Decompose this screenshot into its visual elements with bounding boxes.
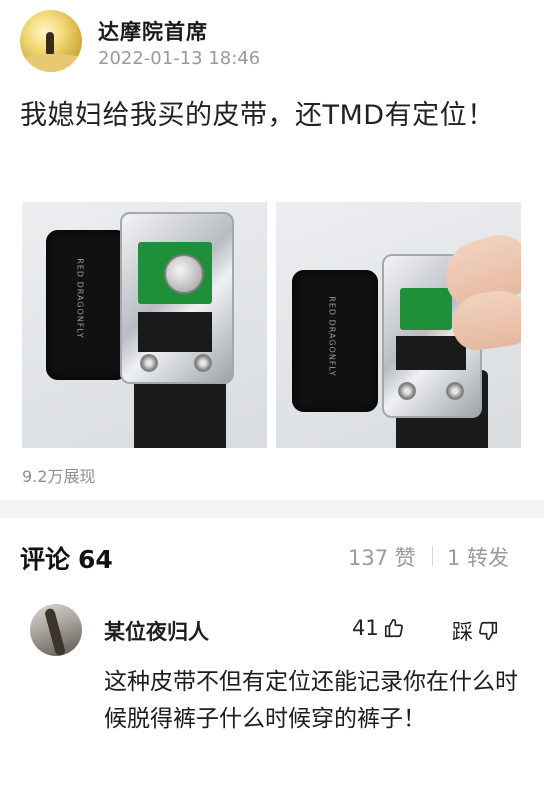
commenter-avatar[interactable]	[30, 604, 82, 656]
author-name[interactable]: 达摩院首席	[98, 16, 208, 46]
section-divider	[0, 500, 544, 518]
commenter-name[interactable]: 某位夜归人	[104, 616, 209, 646]
comments-label: 评论	[20, 545, 71, 574]
thumb-up-icon	[383, 617, 405, 639]
thumb-down-icon	[477, 620, 499, 642]
comment-item: 某位夜归人 41 踩 这种皮带不但有定位还能记录你在什么时候脱得裤子什么时候穿的…	[0, 596, 544, 800]
belt-plate: RED DRAGONFLY	[292, 270, 378, 412]
comments-header: 评论 64 137 赞 1 转发	[0, 518, 544, 596]
view-count: 9.2万展现	[22, 467, 96, 486]
comment-dislike-button[interactable]: 踩	[452, 616, 499, 646]
dislike-label: 踩	[452, 620, 473, 644]
post-text: 我媳妇给我买的皮带，还TMD有定位！	[20, 100, 495, 131]
author-avatar[interactable]	[20, 10, 82, 72]
buckle-open	[120, 212, 234, 384]
comments-tab[interactable]: 评论 64	[20, 540, 113, 576]
stats-divider	[432, 546, 433, 566]
post-photos: RED DRAGONFLY RED DRAGONFLY	[22, 202, 522, 448]
likes-tab[interactable]: 137 赞	[348, 542, 416, 572]
sensor-window	[138, 312, 212, 352]
screw	[140, 354, 158, 372]
plate-engraving: RED DRAGONFLY	[75, 258, 85, 339]
coin-battery	[164, 254, 204, 294]
comments-count: 64	[78, 545, 113, 574]
post-photo-1[interactable]: RED DRAGONFLY	[22, 202, 267, 448]
post-header: 达摩院首席 2022-01-13 18:46	[20, 10, 530, 74]
post-photo-2[interactable]: RED DRAGONFLY	[276, 202, 521, 448]
comment-like-button[interactable]: 41	[352, 616, 405, 640]
screw	[398, 382, 416, 400]
belt-plate: RED DRAGONFLY	[46, 230, 128, 380]
sensor-window	[396, 336, 466, 370]
comment-text: 这种皮带不但有定位还能记录你在什么时候脱得裤子什么时候穿的裤子！	[104, 669, 518, 732]
plate-engraving: RED DRAGONFLY	[327, 296, 337, 377]
screw	[446, 382, 464, 400]
shares-tab[interactable]: 1 转发	[447, 542, 509, 572]
post-timestamp: 2022-01-13 18:46	[98, 48, 261, 69]
tracker-board	[400, 288, 452, 330]
screw	[194, 354, 212, 372]
comment-like-count: 41	[352, 616, 379, 640]
